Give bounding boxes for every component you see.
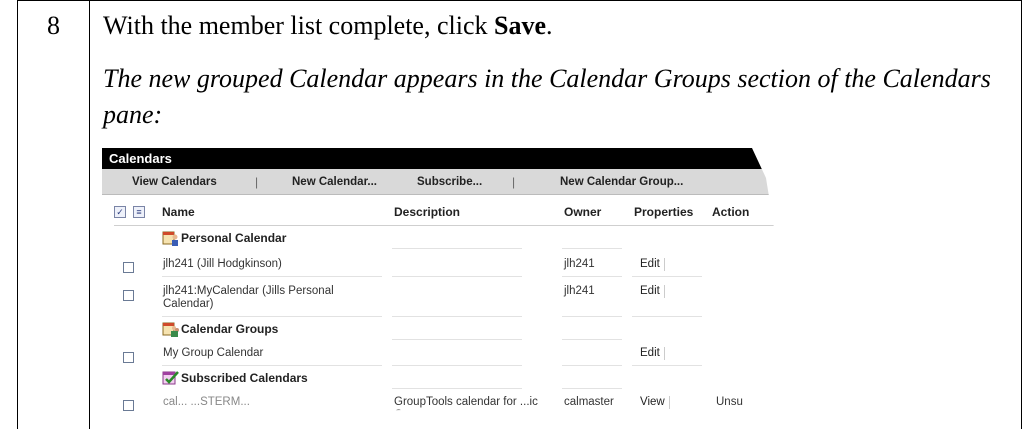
row-divider bbox=[562, 316, 622, 317]
check-all-icon[interactable]: ✓ bbox=[114, 206, 126, 218]
view-calendars-button[interactable]: View Calendars bbox=[132, 169, 217, 195]
calendar-name[interactable]: cal... ...STERM... bbox=[163, 396, 250, 409]
column-description[interactable]: Description bbox=[394, 201, 460, 223]
column-properties[interactable]: Properties bbox=[634, 201, 693, 223]
calendar-name[interactable]: My Group Calendar bbox=[163, 347, 263, 360]
view-link[interactable]: View bbox=[640, 396, 670, 409]
column-name[interactable]: Name bbox=[162, 201, 195, 223]
column-action[interactable]: Action bbox=[712, 201, 749, 223]
row-divider bbox=[562, 365, 622, 366]
subscribe-button[interactable]: Subscribe... bbox=[417, 169, 482, 195]
row-divider bbox=[162, 316, 382, 317]
calendar-name[interactable]: jlh241:MyCalendar (Jills Personal Calend… bbox=[163, 285, 383, 311]
column-divider bbox=[89, 1, 90, 429]
step-result: The new grouped Calendar appears in the … bbox=[103, 64, 991, 129]
column-owner[interactable]: Owner bbox=[564, 201, 601, 223]
calendar-owner: jlh241 bbox=[564, 285, 595, 297]
step-instruction: With the member list complete, click Sav… bbox=[103, 11, 553, 41]
calendar-groups-icon bbox=[162, 322, 179, 337]
row-divider bbox=[162, 276, 382, 277]
toolbar-separator: | bbox=[255, 175, 259, 189]
row-checkbox[interactable] bbox=[123, 262, 134, 273]
unsubscribe-link[interactable]: Unsu bbox=[716, 396, 743, 409]
calendar-toolbar: View Calendars | New Calendar... Subscri… bbox=[102, 169, 774, 195]
row-checkbox[interactable] bbox=[123, 352, 134, 363]
row-divider bbox=[632, 316, 702, 317]
toolbar-separator: | bbox=[512, 175, 516, 189]
edit-link[interactable]: Edit bbox=[640, 347, 665, 360]
new-calendar-group-button[interactable]: New Calendar Group... bbox=[560, 169, 683, 195]
calendars-pane: Calendars View Calendars | New Calendar.… bbox=[102, 148, 774, 426]
calendars-screenshot: Calendars View Calendars | New Calendar.… bbox=[102, 148, 782, 429]
row-divider bbox=[392, 248, 522, 249]
row-divider bbox=[392, 365, 522, 366]
step-number: 8 bbox=[47, 11, 60, 40]
calendar-owner: calmaster bbox=[564, 396, 614, 408]
row-divider bbox=[562, 248, 622, 249]
edit-link[interactable]: Edit bbox=[640, 258, 665, 271]
row-divider bbox=[392, 276, 522, 277]
subscribed-calendars-icon bbox=[162, 371, 179, 385]
row-divider bbox=[562, 276, 622, 277]
row-divider bbox=[392, 339, 522, 340]
row-checkbox[interactable] bbox=[123, 400, 134, 411]
new-calendar-button[interactable]: New Calendar... bbox=[292, 169, 377, 195]
row-divider bbox=[562, 339, 622, 340]
calendar-description: GroupTools calendar for ...ic Group bbox=[394, 396, 538, 421]
personal-calendar-icon bbox=[162, 231, 178, 246]
details-icon[interactable]: ≡ bbox=[133, 206, 145, 218]
save-label: Save bbox=[494, 11, 547, 40]
instruction-text: With the member list complete, click bbox=[103, 11, 495, 40]
instruction-period: . bbox=[546, 11, 553, 40]
calendar-name[interactable]: jlh241 (Jill Hodgkinson) bbox=[163, 258, 282, 271]
calendar-owner: jlh241 bbox=[564, 258, 595, 270]
row-divider bbox=[632, 365, 702, 366]
row-divider bbox=[562, 388, 622, 389]
row-divider bbox=[392, 388, 522, 389]
row-checkbox[interactable] bbox=[123, 290, 134, 301]
row-divider bbox=[392, 316, 522, 317]
edit-link[interactable]: Edit bbox=[640, 285, 665, 298]
row-divider bbox=[162, 365, 382, 366]
section-personal-calendar: Personal Calendar bbox=[181, 231, 287, 245]
pane-title: Calendars bbox=[102, 148, 774, 169]
header-divider bbox=[114, 225, 774, 226]
section-calendar-groups: Calendar Groups bbox=[181, 322, 279, 336]
section-subscribed-calendars: Subscribed Calendars bbox=[181, 371, 308, 385]
row-divider bbox=[632, 276, 702, 277]
